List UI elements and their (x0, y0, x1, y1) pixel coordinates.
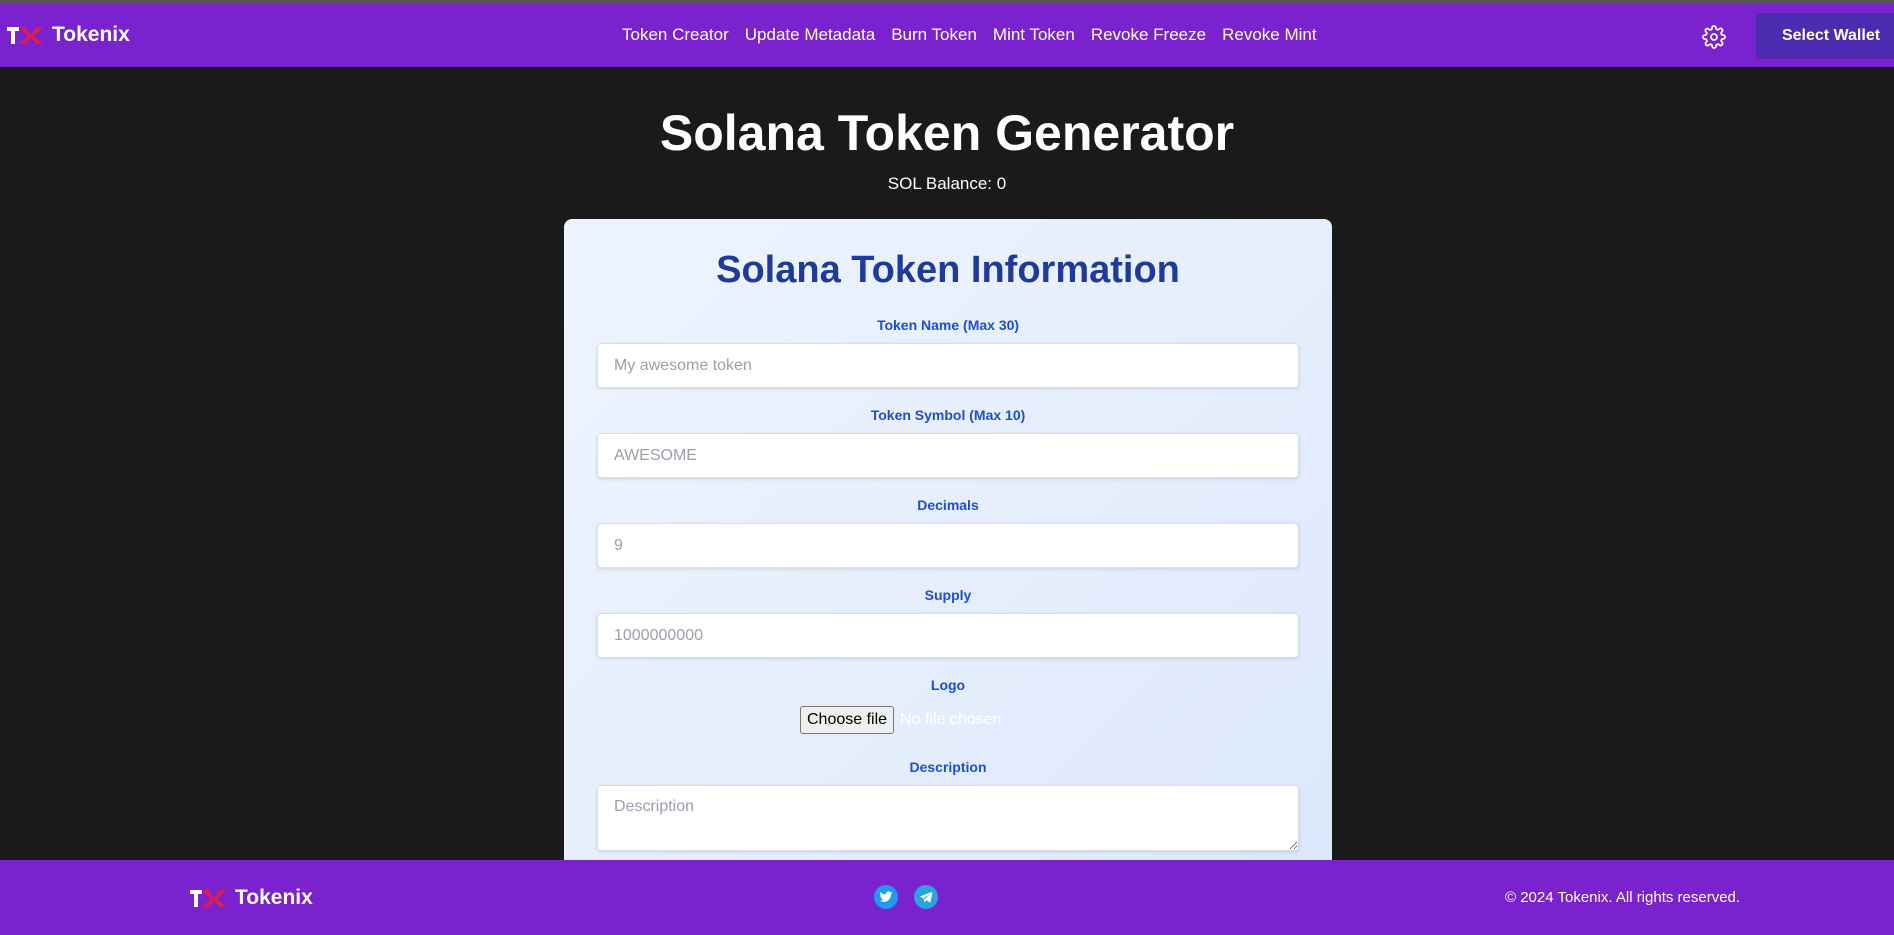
main-nav: Token Creator Update Metadata Burn Token… (622, 3, 1317, 67)
file-status: No file chosen (900, 711, 1002, 728)
copyright-text: © 2024 Tokenix. All rights reserved. (1505, 889, 1741, 906)
gear-icon[interactable] (1702, 25, 1726, 49)
page-title: Solana Token Generator (659, 105, 1235, 161)
description-label: Description (909, 759, 987, 775)
token-name-input[interactable] (597, 343, 1299, 388)
logo-label: Logo (930, 677, 966, 693)
nav-update-metadata[interactable]: Update Metadata (745, 25, 875, 45)
token-symbol-label: Token Symbol (Max 10) (870, 407, 1026, 423)
nav-mint-token[interactable]: Mint Token (993, 25, 1075, 45)
telegram-icon[interactable] (914, 885, 938, 909)
decimals-input[interactable] (597, 523, 1299, 568)
nav-token-creator[interactable]: Token Creator (622, 25, 729, 45)
tokenix-logo-icon (7, 27, 43, 44)
social-links (874, 885, 938, 909)
decimals-label: Decimals (917, 497, 979, 513)
tokenix-logo-icon (190, 889, 226, 907)
twitter-icon[interactable] (874, 885, 898, 909)
nav-revoke-mint[interactable]: Revoke Mint (1222, 25, 1316, 45)
footer: Tokenix © 2024 Tokenix. All rights reser… (0, 860, 1894, 935)
token-form-card: Solana Token Information Token Name (Max… (564, 219, 1332, 919)
supply-input[interactable] (597, 613, 1299, 658)
nav-revoke-freeze[interactable]: Revoke Freeze (1091, 25, 1206, 45)
brand[interactable]: Tokenix (6, 3, 130, 67)
supply-label: Supply (924, 587, 972, 603)
choose-file-button[interactable]: Choose file (800, 706, 895, 734)
footer-brand-name: Tokenix (235, 885, 313, 909)
description-textarea[interactable] (597, 785, 1299, 851)
footer-brand[interactable]: Tokenix (189, 860, 313, 935)
form-title: Solana Token Information (716, 249, 1180, 291)
token-symbol-input[interactable] (597, 433, 1299, 478)
token-name-label: Token Name (Max 30) (876, 317, 1020, 333)
select-wallet-button[interactable]: Select Wallet (1756, 13, 1894, 59)
logo-file-picker: Choose file No file chosen (800, 705, 1001, 735)
brand-name: Tokenix (52, 23, 130, 46)
navbar: Tokenix Token Creator Update Metadata Bu… (0, 3, 1894, 67)
nav-burn-token[interactable]: Burn Token (891, 25, 977, 45)
sol-balance: SOL Balance: 0 (887, 174, 1007, 193)
